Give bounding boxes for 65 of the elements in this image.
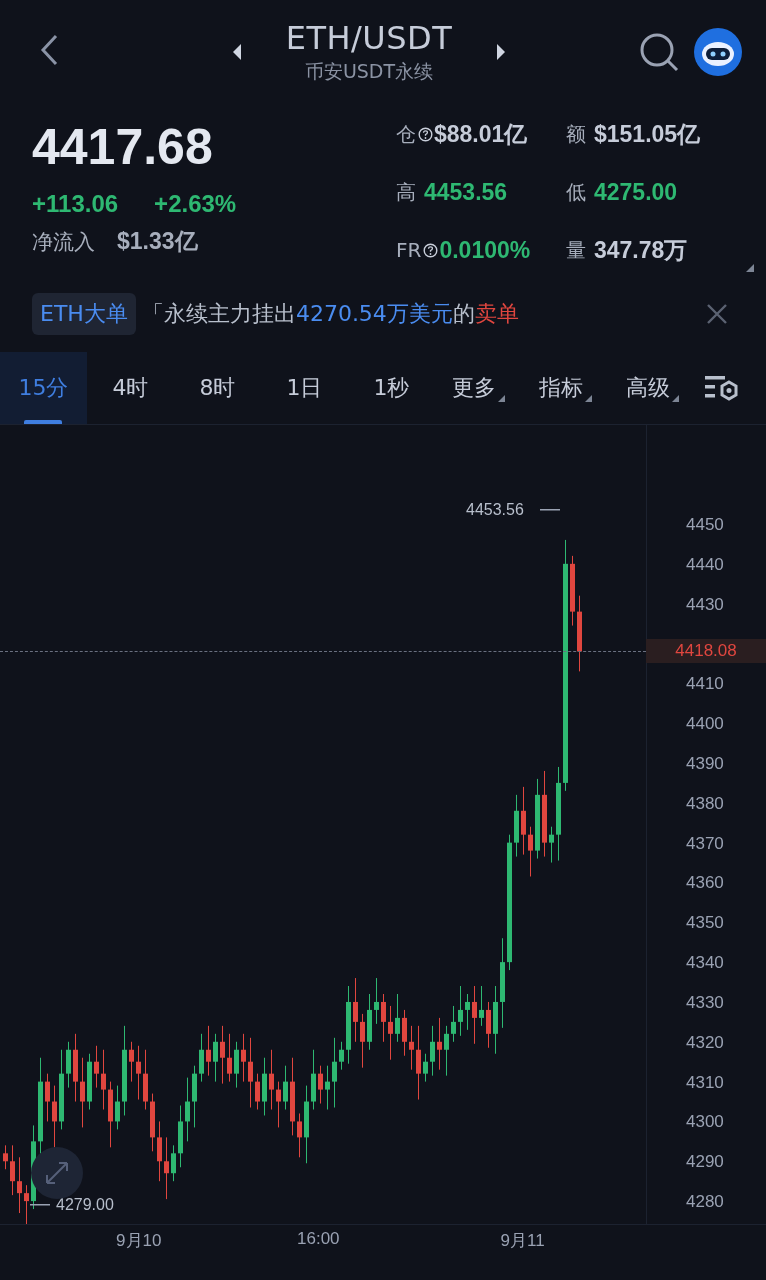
leader-line bbox=[30, 1204, 50, 1207]
robot-avatar-icon[interactable] bbox=[694, 28, 742, 76]
chart-settings-icon[interactable] bbox=[704, 373, 740, 403]
y-axis-label: 4450 bbox=[686, 515, 724, 535]
alert-tag[interactable]: ETH大单 bbox=[32, 293, 136, 335]
y-axis-label: 4360 bbox=[686, 873, 724, 894]
stat-value: 4275.00 bbox=[594, 178, 678, 206]
stat-label: FR bbox=[396, 238, 422, 262]
interval-tab[interactable]: 指标 bbox=[522, 352, 609, 424]
y-axis-label: 4340 bbox=[686, 953, 724, 974]
y-axis-label: 4410 bbox=[686, 674, 724, 695]
y-axis-label: 4380 bbox=[686, 793, 724, 814]
interval-tab[interactable]: 更多 bbox=[435, 352, 522, 424]
last-price: 4417.68 bbox=[32, 118, 214, 176]
x-axis-label: 9月10 bbox=[116, 1230, 162, 1252]
next-icon[interactable] bbox=[496, 44, 507, 60]
interval-tab[interactable]: 1秒 bbox=[348, 352, 435, 424]
expand-icon[interactable] bbox=[31, 1147, 83, 1199]
inflow-value: $1.33亿 bbox=[117, 227, 198, 256]
high-price-label: 4453.56 bbox=[466, 500, 524, 519]
interval-tab[interactable]: 高级 bbox=[609, 352, 696, 424]
price-change-percent: +2.63% bbox=[154, 190, 237, 218]
y-axis-label: 4280 bbox=[686, 1192, 724, 1213]
y-axis-label: 4400 bbox=[686, 714, 724, 735]
y-axis-label: 4350 bbox=[686, 913, 724, 934]
stat-label: 量 bbox=[566, 236, 586, 264]
interval-tab[interactable]: 1日 bbox=[261, 352, 348, 424]
interval-tab[interactable]: 8时 bbox=[174, 352, 261, 424]
y-axis-label: 4310 bbox=[686, 1072, 724, 1093]
y-axis-label: 4300 bbox=[686, 1112, 724, 1133]
market-subtitle: 币安USDT永续 bbox=[303, 59, 435, 84]
stat-label: 仓 bbox=[396, 120, 416, 148]
y-axis-label: 4290 bbox=[686, 1152, 724, 1173]
low-price-label: 4279.00 bbox=[56, 1196, 114, 1215]
interval-tab[interactable]: 4时 bbox=[87, 352, 174, 424]
y-axis-label: 4330 bbox=[686, 992, 724, 1013]
pair-title: ETH/USDT bbox=[285, 19, 453, 57]
x-axis-label: 9月11 bbox=[500, 1230, 545, 1252]
y-axis-label: 4370 bbox=[686, 833, 724, 854]
stat-value: $88.01亿 bbox=[434, 119, 528, 149]
corner-icon bbox=[746, 264, 754, 272]
stat-value: 347.78万 bbox=[594, 235, 688, 265]
leader-line bbox=[540, 508, 560, 511]
price-change: +113.06 bbox=[32, 190, 119, 218]
search-icon[interactable] bbox=[638, 31, 680, 73]
stat-value: $151.05亿 bbox=[594, 119, 701, 149]
stat-label: 高 bbox=[396, 178, 416, 206]
back-icon[interactable] bbox=[38, 33, 60, 67]
stat-label: 额 bbox=[566, 120, 586, 148]
y-axis-label: 4390 bbox=[686, 753, 724, 774]
info-icon[interactable] bbox=[423, 242, 439, 258]
previous-icon[interactable] bbox=[231, 44, 242, 60]
inflow-label: 净流入 bbox=[32, 229, 95, 256]
alert-message: 「永续主力挂出4270.54万美元的卖单 bbox=[141, 300, 520, 328]
interval-tab[interactable]: 15分 bbox=[0, 352, 87, 424]
y-axis-label: 4430 bbox=[686, 594, 724, 615]
y-axis-label: 4440 bbox=[686, 554, 724, 575]
stat-value: 4453.56 bbox=[424, 178, 508, 206]
info-icon[interactable] bbox=[418, 126, 433, 142]
x-axis-label: 16:00 bbox=[297, 1229, 340, 1249]
current-price-marker: 4418.08 bbox=[646, 639, 766, 664]
close-icon[interactable] bbox=[706, 303, 728, 325]
stat-value: 0.0100% bbox=[439, 236, 531, 264]
stat-label: 低 bbox=[566, 178, 586, 206]
y-axis-label: 4320 bbox=[686, 1032, 724, 1053]
